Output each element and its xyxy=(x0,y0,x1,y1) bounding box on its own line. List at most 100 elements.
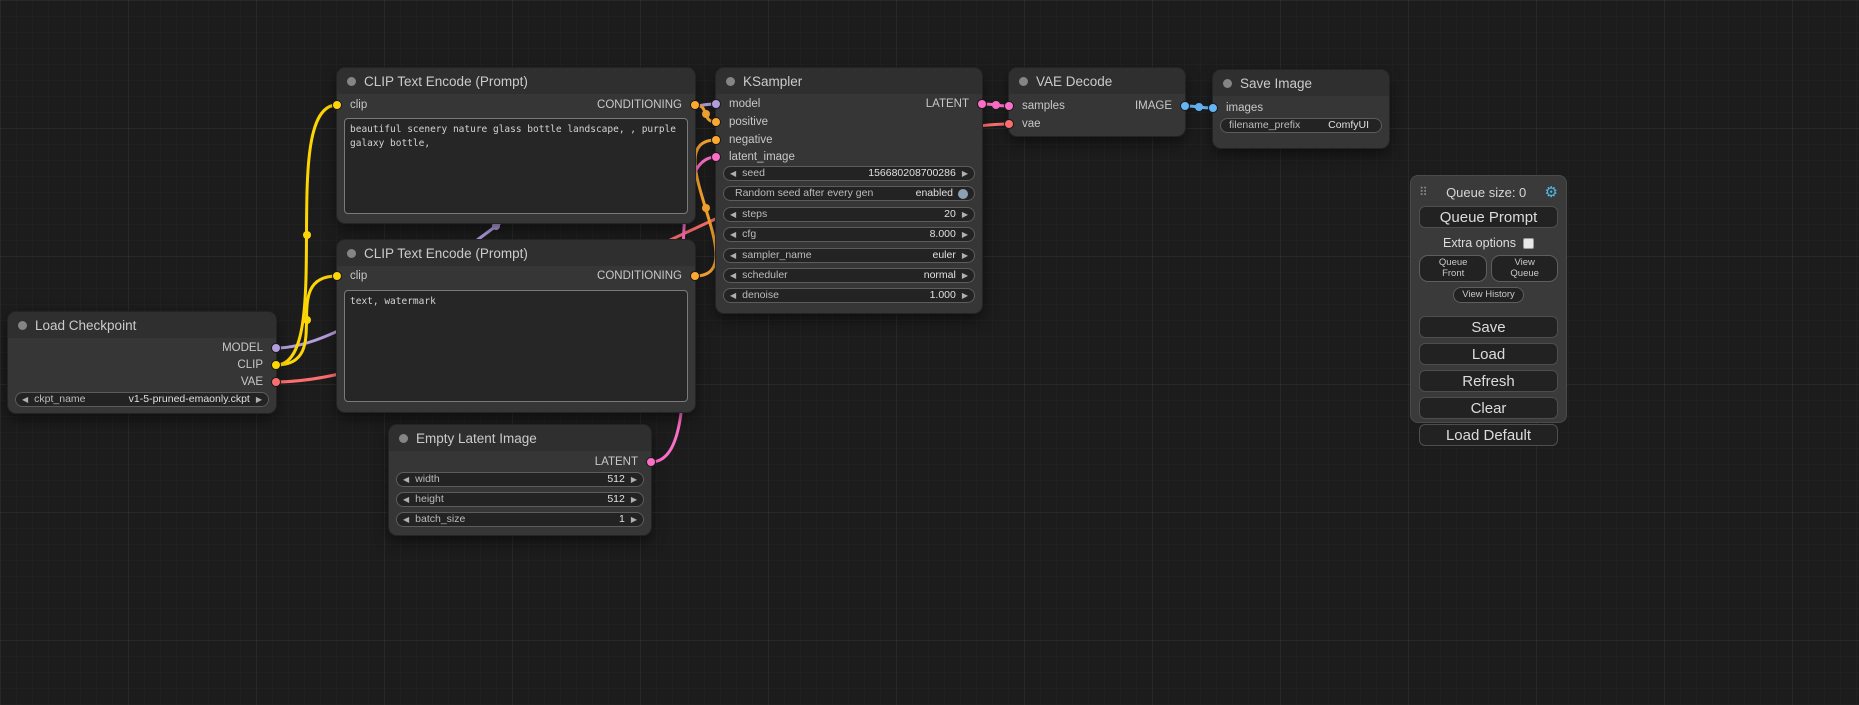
increment-arrow-icon[interactable]: ▶ xyxy=(962,231,968,239)
decrement-arrow-icon[interactable]: ◀ xyxy=(730,211,736,219)
node-empty-latent-image[interactable]: Empty Latent Image LATENT ◀ width 512 ▶ … xyxy=(389,425,651,535)
node-title-bar[interactable]: CLIP Text Encode (Prompt) xyxy=(337,68,695,94)
node-vae-decode[interactable]: VAE Decode samples vae IMAGE xyxy=(1009,68,1185,136)
batch-size-widget[interactable]: ◀ batch_size 1 ▶ xyxy=(396,512,644,527)
scheduler-widget[interactable]: ◀ scheduler normal ▶ xyxy=(723,268,975,283)
node-title-bar[interactable]: Empty Latent Image xyxy=(389,425,651,451)
clip-output-slot[interactable] xyxy=(271,360,281,370)
positive-prompt-textarea[interactable]: beautiful scenery nature glass bottle la… xyxy=(344,118,688,214)
sampler-name-widget[interactable]: ◀ sampler_name euler ▶ xyxy=(723,248,975,263)
input-label-clip: clip xyxy=(350,270,367,282)
decrement-arrow-icon[interactable]: ◀ xyxy=(403,516,409,524)
height-widget[interactable]: ◀ height 512 ▶ xyxy=(396,492,644,507)
latent-output-slot[interactable] xyxy=(977,99,987,109)
queue-front-button[interactable]: Queue Front xyxy=(1419,255,1487,282)
conditioning-output-slot[interactable] xyxy=(690,271,700,281)
increment-arrow-icon[interactable]: ▶ xyxy=(631,516,637,524)
vae-output-slot[interactable] xyxy=(271,377,281,387)
decrement-arrow-icon[interactable]: ◀ xyxy=(730,252,736,260)
queue-prompt-button[interactable]: Queue Prompt xyxy=(1419,206,1558,228)
latent-output-slot[interactable] xyxy=(646,457,656,467)
settings-gear-icon[interactable]: ⚙ xyxy=(1545,183,1558,201)
denoise-widget[interactable]: ◀ denoise 1.000 ▶ xyxy=(723,288,975,303)
model-output-slot[interactable] xyxy=(271,343,281,353)
decrement-arrow-icon[interactable]: ◀ xyxy=(403,476,409,484)
load-default-button[interactable]: Load Default xyxy=(1419,424,1558,446)
node-save-image[interactable]: Save Image images filename_prefix ComfyU… xyxy=(1213,70,1389,148)
increment-arrow-icon[interactable]: ▶ xyxy=(962,211,968,219)
view-history-button[interactable]: View History xyxy=(1453,287,1524,303)
increment-arrow-icon[interactable]: ▶ xyxy=(256,396,262,404)
random-seed-toggle-widget[interactable]: Random seed after every gen enabled xyxy=(723,186,975,201)
link-midpoint-dot xyxy=(492,222,500,230)
vae-input-slot[interactable] xyxy=(1004,119,1014,129)
node-collapse-dot[interactable] xyxy=(726,77,735,86)
node-title-bar[interactable]: VAE Decode xyxy=(1009,68,1185,94)
node-collapse-dot[interactable] xyxy=(399,434,408,443)
negative-input-slot[interactable] xyxy=(711,135,721,145)
clear-button[interactable]: Clear xyxy=(1419,397,1558,419)
link-midpoint-dot xyxy=(303,231,311,239)
node-collapse-dot[interactable] xyxy=(1223,79,1232,88)
seed-widget[interactable]: ◀ seed 156680208700286 ▶ xyxy=(723,166,975,181)
increment-arrow-icon[interactable]: ▶ xyxy=(631,476,637,484)
link-midpoint-dot xyxy=(702,204,710,212)
images-input-slot[interactable] xyxy=(1208,103,1218,113)
increment-arrow-icon[interactable]: ▶ xyxy=(962,292,968,300)
node-title-bar[interactable]: Save Image xyxy=(1213,70,1389,96)
node-load-checkpoint[interactable]: Load Checkpoint MODEL CLIP VAE ◀ ckpt_na… xyxy=(8,312,276,413)
node-clip-text-encode-positive[interactable]: CLIP Text Encode (Prompt) clip CONDITION… xyxy=(337,68,695,223)
decrement-arrow-icon[interactable]: ◀ xyxy=(730,272,736,280)
output-label-latent: LATENT xyxy=(926,98,969,110)
increment-arrow-icon[interactable]: ▶ xyxy=(631,496,637,504)
increment-arrow-icon[interactable]: ▶ xyxy=(962,252,968,260)
refresh-button[interactable]: Refresh xyxy=(1419,370,1558,392)
ckpt-name-widget[interactable]: ◀ ckpt_name v1-5-pruned-emaonly.ckpt ▶ xyxy=(15,392,269,407)
steps-widget[interactable]: ◀ steps 20 ▶ xyxy=(723,207,975,222)
widget-name: ckpt_name xyxy=(34,394,85,405)
clip-input-slot[interactable] xyxy=(332,100,342,110)
queue-menu-panel[interactable]: ⠿ Queue size: 0 ⚙ Queue Prompt Extra opt… xyxy=(1410,175,1567,423)
load-button[interactable]: Load xyxy=(1419,343,1558,365)
input-label-images: images xyxy=(1226,102,1263,114)
extra-options-checkbox[interactable] xyxy=(1523,238,1534,249)
widget-value: 1 xyxy=(619,514,625,525)
node-title-bar[interactable]: CLIP Text Encode (Prompt) xyxy=(337,240,695,266)
positive-input-slot[interactable] xyxy=(711,117,721,127)
node-collapse-dot[interactable] xyxy=(347,77,356,86)
view-queue-button[interactable]: View Queue xyxy=(1491,255,1558,282)
filename-prefix-widget[interactable]: filename_prefix ComfyUI xyxy=(1220,118,1382,133)
decrement-arrow-icon[interactable]: ◀ xyxy=(730,231,736,239)
cfg-widget[interactable]: ◀ cfg 8.000 ▶ xyxy=(723,227,975,242)
decrement-arrow-icon[interactable]: ◀ xyxy=(730,292,736,300)
toggle-dot-icon[interactable] xyxy=(958,189,968,199)
decrement-arrow-icon[interactable]: ◀ xyxy=(403,496,409,504)
node-ksampler[interactable]: KSampler model positive negative latent_… xyxy=(716,68,982,313)
node-title-bar[interactable]: KSampler xyxy=(716,68,982,94)
decrement-arrow-icon[interactable]: ◀ xyxy=(730,170,736,178)
node-title-bar[interactable]: Load Checkpoint xyxy=(8,312,276,338)
node-collapse-dot[interactable] xyxy=(347,249,356,258)
increment-arrow-icon[interactable]: ▶ xyxy=(962,272,968,280)
image-output-slot[interactable] xyxy=(1180,101,1190,111)
save-button[interactable]: Save xyxy=(1419,316,1558,338)
node-collapse-dot[interactable] xyxy=(1019,77,1028,86)
menu-header: ⠿ Queue size: 0 ⚙ xyxy=(1419,183,1558,201)
node-graph-canvas[interactable]: Load Checkpoint MODEL CLIP VAE ◀ ckpt_na… xyxy=(0,0,1859,705)
input-label-samples: samples xyxy=(1022,100,1065,112)
conditioning-output-slot[interactable] xyxy=(690,100,700,110)
decrement-arrow-icon[interactable]: ◀ xyxy=(22,396,28,404)
node-clip-text-encode-negative[interactable]: CLIP Text Encode (Prompt) clip CONDITION… xyxy=(337,240,695,412)
widget-name: cfg xyxy=(742,229,756,240)
node-title: Load Checkpoint xyxy=(35,318,136,333)
clip-input-slot[interactable] xyxy=(332,271,342,281)
width-widget[interactable]: ◀ width 512 ▶ xyxy=(396,472,644,487)
increment-arrow-icon[interactable]: ▶ xyxy=(962,170,968,178)
widget-name: denoise xyxy=(742,290,779,301)
node-collapse-dot[interactable] xyxy=(18,321,27,330)
samples-input-slot[interactable] xyxy=(1004,101,1014,111)
drag-handle-icon[interactable]: ⠿ xyxy=(1419,185,1428,199)
latent-image-input-slot[interactable] xyxy=(711,152,721,162)
negative-prompt-textarea[interactable]: text, watermark xyxy=(344,290,688,402)
model-input-slot[interactable] xyxy=(711,99,721,109)
